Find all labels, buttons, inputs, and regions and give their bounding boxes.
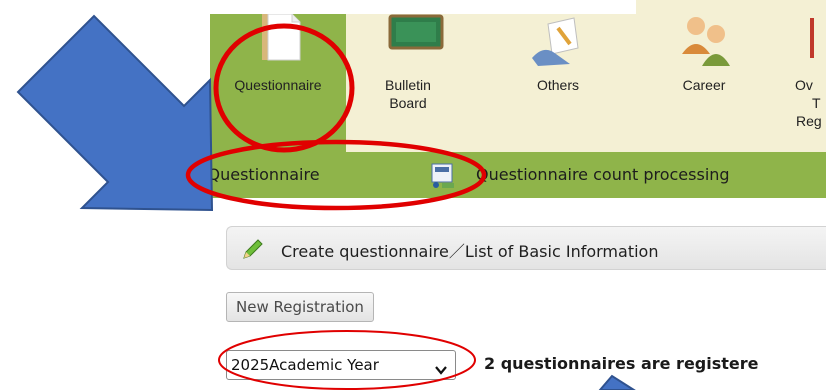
nav-item-career[interactable]: Career bbox=[656, 14, 752, 152]
nav-top-strip bbox=[210, 0, 636, 14]
section-header: Create questionnaire／List of Basic Infor… bbox=[226, 226, 826, 270]
nav-label-overseas-line2: T bbox=[812, 95, 821, 111]
pencil-icon bbox=[241, 237, 265, 265]
academic-year-select[interactable]: 2025Academic Year bbox=[226, 350, 456, 380]
academic-year-value: 2025Academic Year bbox=[231, 356, 379, 374]
nav-label-bulletin-line1: Bulletin bbox=[385, 77, 431, 93]
people-icon bbox=[676, 14, 736, 66]
registered-count-text: 2 questionnaires are registere bbox=[484, 354, 759, 373]
nav-label-questionnaire: Questionnaire bbox=[234, 77, 322, 93]
annotation-arrow bbox=[16, 14, 214, 212]
submenu-item-answer-questionnaire[interactable]: er Questionnaire bbox=[186, 165, 320, 185]
pencil-note-icon bbox=[530, 14, 590, 66]
chevron-down-icon bbox=[434, 358, 448, 386]
nav-item-bulletin-board[interactable]: Bulletin Board bbox=[360, 14, 456, 152]
nav-item-questionnaire[interactable]: Questionnaire bbox=[210, 13, 346, 152]
nav-item-overseas[interactable]: Ov T Reg bbox=[792, 14, 826, 152]
nav-label-overseas-line1: Ov bbox=[795, 77, 813, 93]
annotation-arrow-small bbox=[598, 374, 636, 390]
book-icon bbox=[806, 14, 826, 66]
nav-item-others[interactable]: Others bbox=[510, 14, 606, 152]
nav-label-overseas-line3: Reg bbox=[796, 113, 822, 129]
submenu-item-count-processing[interactable]: Questionnaire count processing bbox=[476, 165, 730, 185]
nav-label-bulletin-line2: Board bbox=[389, 95, 427, 111]
document-icon bbox=[252, 13, 312, 66]
nav-label-others: Others bbox=[536, 77, 579, 93]
new-registration-button[interactable]: New Registration bbox=[226, 292, 374, 322]
calculator-icon bbox=[428, 163, 456, 189]
chalkboard-icon bbox=[386, 14, 446, 66]
section-title: Create questionnaire／List of Basic Infor… bbox=[281, 242, 659, 261]
nav-label-career: Career bbox=[682, 77, 726, 93]
